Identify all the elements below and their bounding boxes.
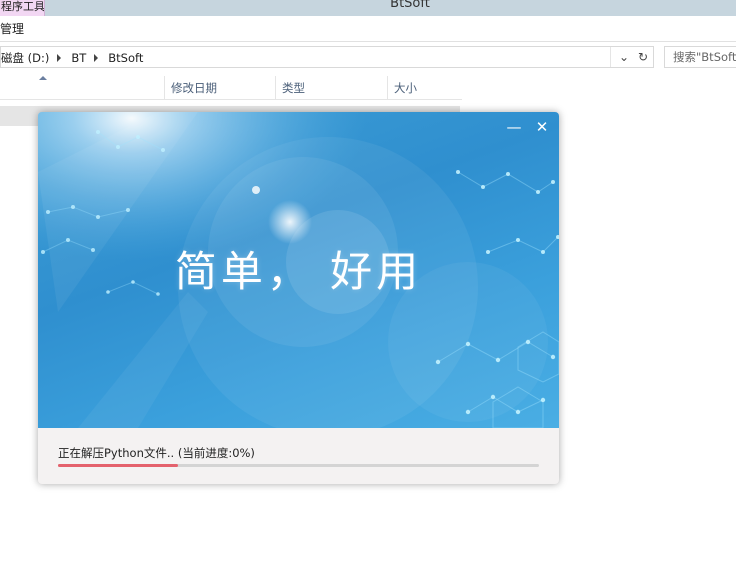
banner-slogan: 简单， 好用	[174, 247, 423, 296]
explorer-titlebar: 程序工具 BtSoft	[0, 0, 736, 16]
breadcrumb-bt[interactable]: BT	[71, 51, 86, 65]
address-divider	[610, 47, 611, 67]
ribbon-manage-item[interactable]: 管理	[0, 20, 24, 37]
breadcrumb: 磁盘 (D:) BT BtSoft	[1, 50, 149, 66]
chevron-down-icon[interactable]: ⌄	[616, 49, 632, 65]
installer-banner: 简单， 好用 — ✕	[38, 112, 559, 428]
installer-dialog: 简单， 好用 — ✕ 正在解压Python文件.. (当前进度:0%)	[38, 112, 559, 484]
minimize-button[interactable]: —	[505, 118, 523, 136]
breadcrumb-drive[interactable]: 磁盘 (D:)	[1, 50, 49, 66]
chevron-right-icon[interactable]	[94, 54, 99, 62]
install-status-text: 正在解压Python文件.. (当前进度:0%)	[58, 446, 255, 460]
search-input[interactable]: 搜索"BtSoft"	[664, 46, 736, 68]
sort-ascending-icon	[39, 76, 47, 80]
progress-bar-fill	[58, 464, 179, 467]
progress-bar	[58, 464, 539, 467]
refresh-icon[interactable]: ↻	[635, 49, 651, 65]
column-type[interactable]: 类型	[275, 76, 387, 100]
file-list-header: 修改日期 类型 大小	[0, 76, 462, 100]
chevron-right-icon[interactable]	[57, 54, 62, 62]
close-button[interactable]: ✕	[533, 118, 551, 136]
column-modified-date[interactable]: 修改日期	[164, 76, 275, 100]
ribbon-context-tab[interactable]: 程序工具	[0, 0, 45, 16]
breadcrumb-btsoft[interactable]: BtSoft	[108, 51, 143, 65]
explorer-ribbon: 管理	[0, 16, 736, 42]
address-bar[interactable]: 磁盘 (D:) BT BtSoft ⌄ ↻	[0, 46, 654, 68]
column-size[interactable]: 大小	[387, 76, 462, 100]
explorer-window-title: BtSoft	[390, 0, 430, 11]
